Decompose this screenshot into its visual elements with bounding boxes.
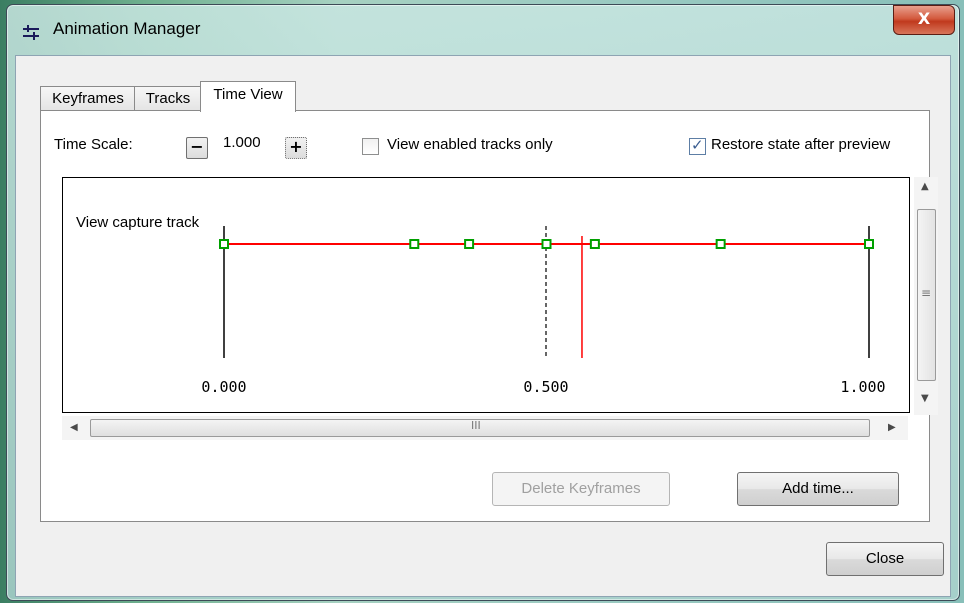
timeline-canvas[interactable]: View capture track 0.000 0.500 1.000 <box>63 178 909 412</box>
keyframe-marker[interactable] <box>464 239 475 249</box>
tab-tracks[interactable]: Tracks <box>134 86 202 111</box>
track-name-label: View capture track <box>76 214 200 231</box>
keyframe-marker[interactable] <box>409 239 420 249</box>
vertical-scrollbar[interactable]: ▲ ≡ ▼ <box>914 177 938 415</box>
tick-label-start: 0.000 <box>201 378 246 396</box>
scroll-up-arrow-icon[interactable]: ▲ <box>921 181 929 192</box>
restore-state-label: Restore state after preview <box>711 136 891 153</box>
keyframe-marker[interactable] <box>864 239 874 249</box>
tab-keyframes[interactable]: Keyframes <box>40 86 136 111</box>
horizontal-scrollbar[interactable]: ◀ III ▶ <box>62 416 908 440</box>
time-scale-increase-button[interactable]: + <box>285 137 307 159</box>
horizontal-scroll-thumb[interactable]: III <box>90 419 870 437</box>
time-scale-decrease-button[interactable]: − <box>186 137 208 159</box>
time-scale-label: Time Scale: <box>54 136 133 153</box>
grip-icon: ≡ <box>921 286 932 300</box>
keyframe-marker[interactable] <box>219 239 229 249</box>
window-close-button[interactable]: X <box>893 5 955 35</box>
restore-state-checkbox[interactable]: ✓ <box>689 136 706 155</box>
tab-time-view[interactable]: Time View <box>200 81 296 112</box>
time-view-panel: Time Scale: − 1.000 + View enabled track… <box>40 110 938 522</box>
view-enabled-tracks-checkbox[interactable] <box>362 138 379 155</box>
view-enabled-tracks-label: View enabled tracks only <box>387 136 553 153</box>
dialog-client-area: Keyframes Tracks Time View Time Scale: −… <box>15 55 951 597</box>
grip-icon: III <box>471 419 481 432</box>
scroll-right-arrow-icon[interactable]: ▶ <box>888 422 896 433</box>
tick-label-end: 1.000 <box>840 378 885 396</box>
scroll-left-arrow-icon[interactable]: ◀ <box>70 422 78 433</box>
delete-keyframes-button[interactable]: Delete Keyframes <box>492 472 670 506</box>
scroll-down-arrow-icon[interactable]: ▼ <box>921 393 929 404</box>
tick-label-mid: 0.500 <box>523 378 568 396</box>
time-scale-value: 1.000 <box>223 134 261 151</box>
keyframe-marker[interactable] <box>589 239 600 249</box>
timeline-view[interactable]: View capture track 0.000 0.500 1.000 <box>62 177 910 413</box>
keyframe-marker[interactable] <box>715 239 726 249</box>
close-button[interactable]: Close <box>826 542 944 576</box>
animation-manager-window: Animation Manager X Keyframes Tracks Tim… <box>6 4 960 601</box>
vertical-scroll-thumb[interactable]: ≡ <box>917 209 936 381</box>
add-time-button[interactable]: Add time... <box>737 472 899 506</box>
title-bar[interactable]: Animation Manager X <box>7 5 959 57</box>
animation-manager-icon <box>23 25 39 40</box>
window-title: Animation Manager <box>53 19 201 38</box>
checkmark-icon: ✓ <box>691 136 704 154</box>
keyframe-marker[interactable] <box>541 239 552 249</box>
